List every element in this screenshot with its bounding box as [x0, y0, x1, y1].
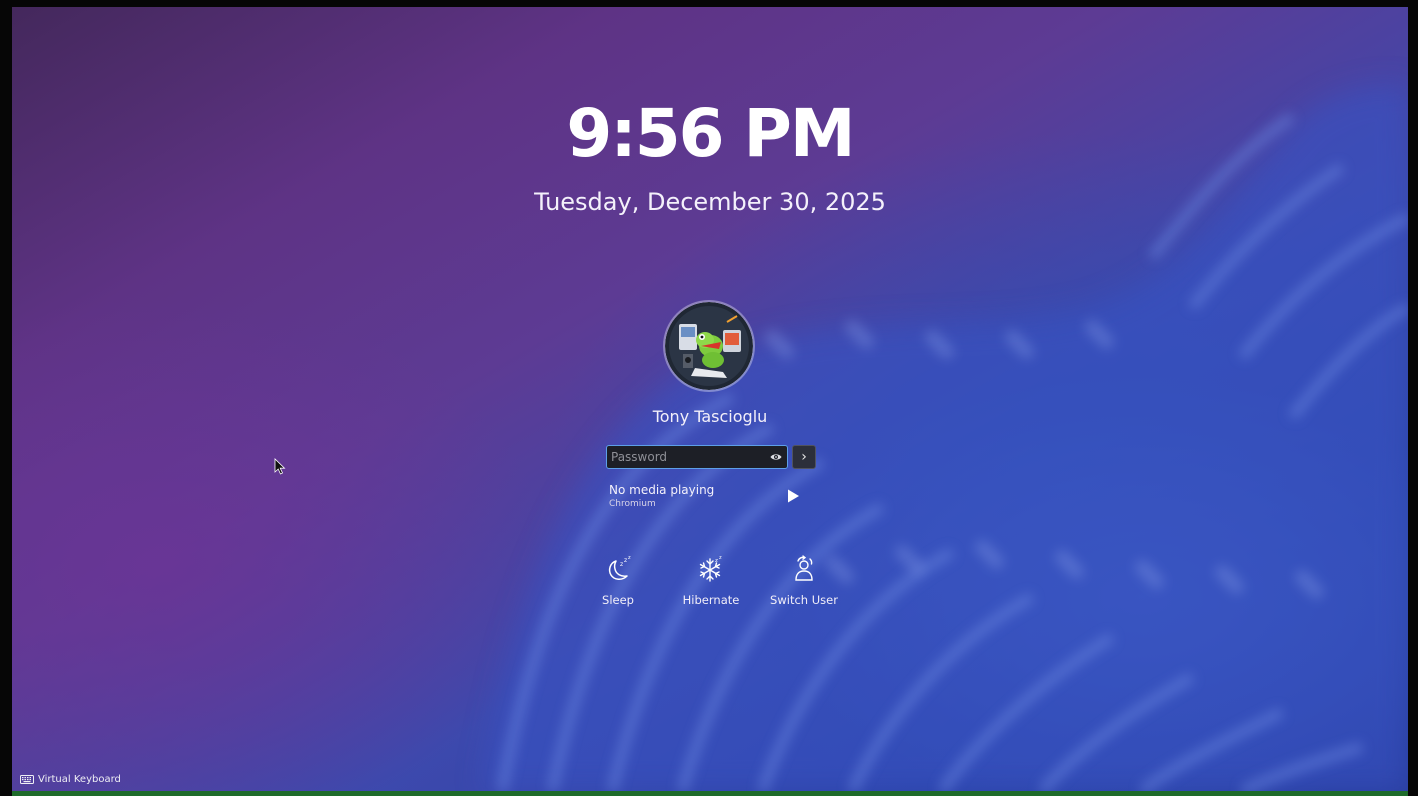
clock-time: 9:56 PM	[566, 95, 855, 172]
lock-screen: 9:56 PM Tuesday, December 30, 2025 Tony …	[12, 7, 1408, 791]
svg-text:z: z	[620, 561, 623, 568]
hibernate-button[interactable]: z z Hibernate	[666, 555, 756, 613]
clock-date: Tuesday, December 30, 2025	[534, 188, 886, 216]
media-title: No media playing	[609, 483, 715, 497]
sleep-label: Sleep	[602, 593, 634, 607]
switch-user-label: Switch User	[770, 593, 838, 607]
svg-text:z: z	[719, 555, 722, 561]
eye-icon[interactable]	[770, 452, 782, 462]
media-source: Chromium	[609, 499, 656, 509]
switch-user-icon	[795, 555, 813, 581]
moon-sleep-icon: z z z	[608, 555, 631, 580]
login-submit-button[interactable]: ›	[792, 445, 816, 469]
password-field[interactable]	[606, 445, 788, 469]
virtual-keyboard-button[interactable]: Virtual Keyboard	[20, 772, 121, 788]
bottom-border	[12, 791, 1408, 796]
virtual-keyboard-label: Virtual Keyboard	[38, 774, 121, 785]
password-input[interactable]	[607, 446, 767, 468]
keyboard-icon	[20, 774, 34, 784]
svg-text:z: z	[628, 555, 631, 561]
sleep-button[interactable]: z z z Sleep	[573, 555, 663, 613]
svg-text:z: z	[624, 557, 627, 564]
konqi-avatar-icon	[665, 302, 753, 390]
mouse-cursor-icon	[274, 458, 286, 475]
hibernate-label: Hibernate	[682, 593, 740, 607]
media-controls: No media playing Chromium	[609, 483, 809, 519]
user-name: Tony Tascioglu	[652, 407, 768, 426]
snowflake-icon: z z	[699, 555, 722, 582]
switch-user-button[interactable]: Switch User	[759, 555, 849, 613]
svg-text:z: z	[715, 558, 718, 564]
play-icon[interactable]	[785, 488, 801, 504]
user-avatar[interactable]	[665, 302, 753, 390]
